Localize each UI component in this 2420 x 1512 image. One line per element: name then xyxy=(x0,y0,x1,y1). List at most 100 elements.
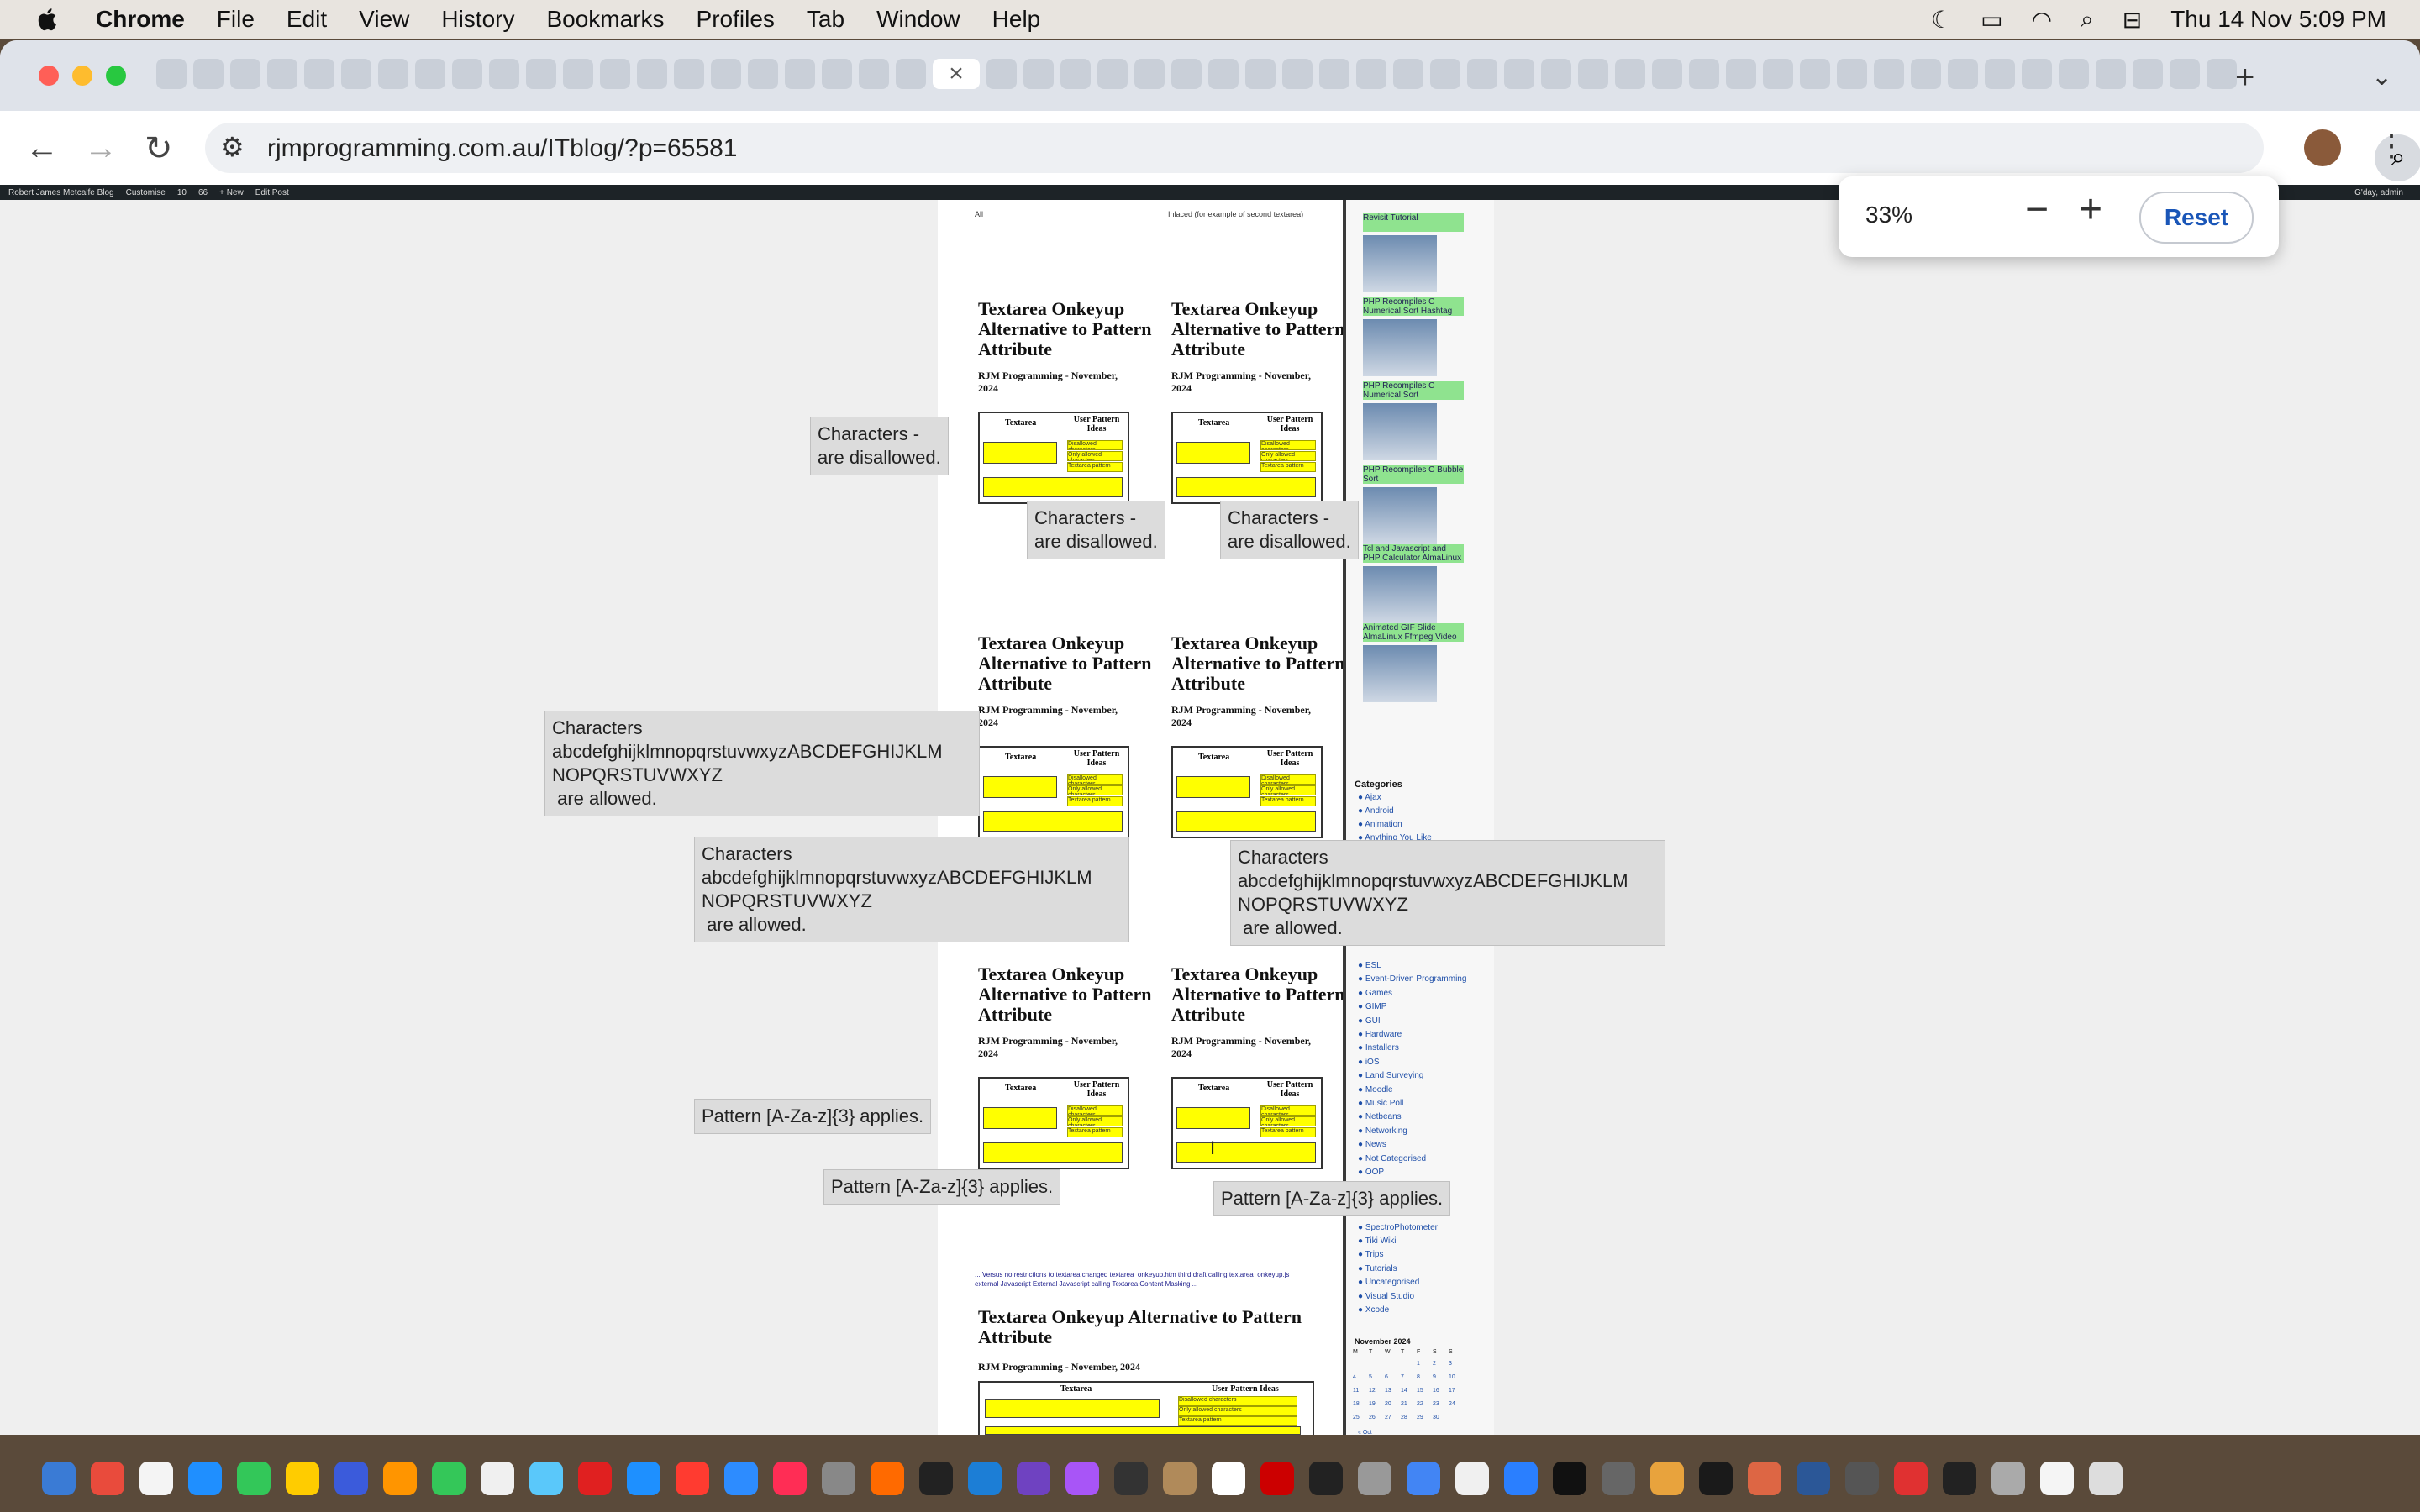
tab-favicon[interactable] xyxy=(674,59,704,89)
recent-post-link[interactable]: PHP Recompiles C Numerical Sort Generali… xyxy=(1363,381,1464,400)
forward-arrow-icon[interactable]: → xyxy=(84,129,118,167)
textarea-input[interactable] xyxy=(1176,776,1250,798)
dock-app-icon[interactable] xyxy=(822,1462,855,1495)
tab-favicon[interactable] xyxy=(2170,59,2200,89)
dock-app-icon[interactable] xyxy=(334,1462,368,1495)
dock-app-icon[interactable] xyxy=(724,1462,758,1495)
recent-post-link[interactable]: PHP Recompiles C Bubble Sort xyxy=(1363,465,1464,484)
recent-post-thumbnail[interactable] xyxy=(1363,487,1437,544)
category-link[interactable]: ● Animation xyxy=(1358,820,1402,829)
tab-favicon[interactable] xyxy=(986,59,1017,89)
textarea-wide-input[interactable] xyxy=(983,1142,1123,1163)
category-link[interactable]: ● Uncategorised xyxy=(1358,1278,1419,1287)
calendar-date[interactable]: 10 xyxy=(1449,1374,1455,1380)
tab-favicon[interactable] xyxy=(341,59,371,89)
pattern-idea-option[interactable]: Textarea pattern xyxy=(1067,1127,1123,1137)
menu-file[interactable]: File xyxy=(217,6,255,33)
tab-favicon[interactable] xyxy=(563,59,593,89)
site-settings-icon[interactable]: ⚙ xyxy=(220,131,245,163)
control-center-icon[interactable]: ⊟ xyxy=(2123,6,2142,34)
zoom-window-button[interactable] xyxy=(106,66,126,86)
bottom-list-pattern[interactable]: Textarea pattern xyxy=(1178,1416,1297,1426)
tab-favicon[interactable] xyxy=(785,59,815,89)
dock-app-icon[interactable] xyxy=(1017,1462,1050,1495)
tab-favicon[interactable] xyxy=(711,59,741,89)
tab-favicon[interactable] xyxy=(452,59,482,89)
tab-favicon[interactable] xyxy=(1948,59,1978,89)
textarea-input[interactable] xyxy=(1176,1107,1250,1129)
dock-app-icon[interactable] xyxy=(1212,1462,1245,1495)
pattern-idea-option[interactable]: Textarea pattern xyxy=(1260,796,1316,806)
new-tab-button[interactable]: + xyxy=(2235,59,2254,97)
dock-app-icon[interactable] xyxy=(2089,1462,2123,1495)
tab-favicon[interactable] xyxy=(193,59,224,89)
calendar-date[interactable]: 18 xyxy=(1353,1401,1360,1407)
textarea-input[interactable] xyxy=(983,776,1057,798)
calendar-date[interactable]: 15 xyxy=(1417,1388,1423,1394)
category-link[interactable]: ● Trips xyxy=(1358,1250,1384,1259)
calendar-prev-month-link[interactable]: « Oct xyxy=(1358,1430,1372,1435)
calendar-date[interactable]: 19 xyxy=(1369,1401,1376,1407)
tab-active[interactable]: × xyxy=(933,59,980,89)
textarea-input[interactable] xyxy=(983,1107,1057,1129)
dock-app-icon[interactable] xyxy=(1748,1462,1781,1495)
tab-favicon[interactable] xyxy=(1689,59,1719,89)
tab-favicon[interactable] xyxy=(2207,59,2237,89)
calendar-date[interactable]: 5 xyxy=(1369,1374,1372,1380)
dock-app-icon[interactable] xyxy=(1358,1462,1392,1495)
calendar-date[interactable]: 23 xyxy=(1433,1401,1439,1407)
calendar-date[interactable]: 16 xyxy=(1433,1388,1439,1394)
chrome-menu-icon[interactable]: ⋮ xyxy=(2376,128,2407,163)
pattern-idea-option[interactable]: Only allowed characters xyxy=(1067,451,1123,461)
category-link[interactable]: ● GIMP xyxy=(1358,1002,1386,1011)
calendar-date[interactable]: 7 xyxy=(1401,1374,1404,1380)
dock-app-icon[interactable] xyxy=(432,1462,466,1495)
close-window-button[interactable] xyxy=(39,66,59,86)
dock-app-icon[interactable] xyxy=(578,1462,612,1495)
dock-app-icon[interactable] xyxy=(1504,1462,1538,1495)
tab-favicon[interactable] xyxy=(1541,59,1571,89)
pattern-idea-option[interactable]: Disallowed characters xyxy=(1260,1105,1316,1116)
menu-edit[interactable]: Edit xyxy=(287,6,327,33)
dock-app-icon[interactable] xyxy=(1163,1462,1197,1495)
tab-favicon[interactable] xyxy=(1245,59,1276,89)
tab-favicon[interactable] xyxy=(2022,59,2052,89)
textarea-wide-input[interactable] xyxy=(983,811,1123,832)
recent-post-link[interactable]: Tcl and Javascript and PHP Calculator Al… xyxy=(1363,544,1464,563)
dock-app-icon[interactable] xyxy=(2040,1462,2074,1495)
wp-admin-bar-customise[interactable]: Customise xyxy=(126,188,166,197)
tab-favicon[interactable] xyxy=(1467,59,1497,89)
dock-app-icon[interactable] xyxy=(1553,1462,1586,1495)
calendar-date[interactable]: 2 xyxy=(1433,1361,1436,1367)
calendar-date[interactable]: 22 xyxy=(1417,1401,1423,1407)
category-link[interactable]: ● Installers xyxy=(1358,1043,1399,1053)
tab-favicon[interactable] xyxy=(1504,59,1534,89)
wp-admin-bar-new[interactable]: + New xyxy=(219,188,244,197)
category-link[interactable]: ● Games xyxy=(1358,989,1392,998)
dock-app-icon[interactable] xyxy=(481,1462,514,1495)
reload-icon[interactable]: ↻ xyxy=(145,129,173,168)
dock-app-icon[interactable] xyxy=(91,1462,124,1495)
category-link[interactable]: ● Tutorials xyxy=(1358,1264,1397,1273)
dock-app-icon[interactable] xyxy=(968,1462,1002,1495)
tab-favicon[interactable] xyxy=(1356,59,1386,89)
tab-favicon[interactable] xyxy=(1837,59,1867,89)
zoom-reset-button[interactable]: Reset xyxy=(2139,192,2254,244)
calendar-date[interactable]: 3 xyxy=(1449,1361,1452,1367)
calendar-date[interactable]: 11 xyxy=(1353,1388,1359,1394)
tab-favicon[interactable] xyxy=(1763,59,1793,89)
tab-favicon[interactable] xyxy=(156,59,187,89)
pattern-idea-option[interactable]: Only allowed characters xyxy=(1260,1116,1316,1126)
tab-favicon[interactable] xyxy=(2059,59,2089,89)
zoom-out-button[interactable]: − xyxy=(2025,186,2049,233)
menu-profiles[interactable]: Profiles xyxy=(697,6,775,33)
tab-favicon[interactable] xyxy=(2096,59,2126,89)
dock-app-icon[interactable] xyxy=(286,1462,319,1495)
category-link[interactable]: ● Event-Driven Programming xyxy=(1358,974,1466,984)
url-text[interactable]: rjmprogramming.com.au/ITblog/?p=65581 xyxy=(267,134,737,163)
textarea-input[interactable] xyxy=(983,442,1057,464)
pattern-idea-option[interactable]: Only allowed characters xyxy=(1260,785,1316,795)
calendar-date[interactable]: 28 xyxy=(1401,1415,1407,1420)
textarea-wide-input[interactable] xyxy=(1176,811,1316,832)
category-link[interactable]: ● OOP xyxy=(1358,1168,1384,1177)
